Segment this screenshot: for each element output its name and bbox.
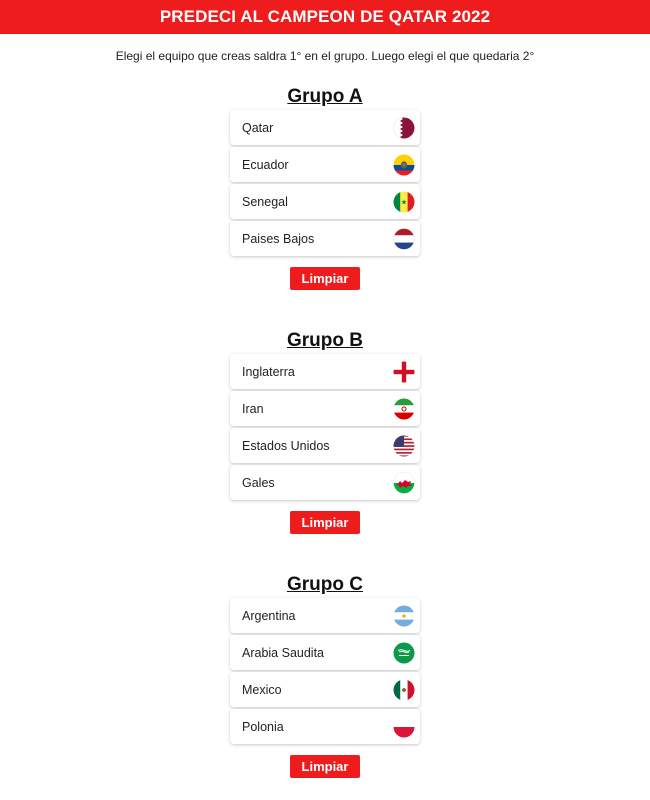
team-list: Qatar Ecuador Senegal Paises Bajos bbox=[230, 110, 420, 256]
team-name: Iran bbox=[242, 401, 264, 416]
usa-flag-icon bbox=[393, 435, 415, 457]
netherlands-flag-icon bbox=[393, 227, 415, 250]
team-name: Paises Bajos bbox=[242, 231, 315, 246]
argentina-flag-icon bbox=[393, 605, 415, 627]
clear-group-c-button[interactable]: Limpiar bbox=[290, 755, 360, 778]
mexico-flag-icon bbox=[393, 679, 415, 701]
team-name: Senegal bbox=[242, 194, 288, 209]
saudi-arabia-flag-icon bbox=[393, 642, 415, 664]
team-name: Gales bbox=[242, 475, 275, 490]
page-header: PREDECI AL CAMPEON DE QATAR 2022 bbox=[0, 0, 650, 34]
team-name: Mexico bbox=[242, 682, 282, 697]
group-c: Grupo C Argentina Arabia Saudita Mexico … bbox=[230, 572, 420, 778]
team-name: Arabia Saudita bbox=[242, 645, 325, 660]
team-name: Ecuador bbox=[242, 157, 289, 172]
team-option-estados-unidos[interactable]: Estados Unidos bbox=[230, 428, 420, 463]
team-name: Argentina bbox=[242, 608, 296, 623]
page-title: PREDECI AL CAMPEON DE QATAR 2022 bbox=[159, 7, 491, 26]
poland-flag-icon bbox=[393, 716, 415, 738]
group-title: Grupo B bbox=[287, 330, 363, 351]
clear-group-a-button[interactable]: Limpiar bbox=[290, 267, 360, 290]
team-option-inglaterra[interactable]: Inglaterra bbox=[230, 354, 420, 389]
team-list: Inglaterra Iran Estados Unidos Gales bbox=[230, 354, 420, 500]
group-title: Grupo A bbox=[287, 86, 363, 107]
group-b: Grupo B Inglaterra Iran Estados Unidos G… bbox=[230, 328, 420, 534]
team-option-ecuador[interactable]: Ecuador bbox=[230, 147, 420, 182]
instructions-text: Elegi el equipo que creas saldra 1° en e… bbox=[115, 49, 535, 63]
team-name: Inglaterra bbox=[242, 364, 295, 379]
group-a: Grupo A Qatar Ecuador Senegal Paises Baj… bbox=[230, 84, 420, 290]
team-option-mexico[interactable]: Mexico bbox=[230, 672, 420, 707]
qatar-flag-icon bbox=[393, 117, 415, 139]
group-title: Grupo C bbox=[287, 574, 363, 595]
team-option-gales[interactable]: Gales bbox=[230, 465, 420, 500]
team-list: Argentina Arabia Saudita Mexico Polonia bbox=[230, 598, 420, 744]
iran-flag-icon bbox=[393, 398, 415, 420]
wales-flag-icon bbox=[393, 471, 415, 494]
ecuador-flag-icon bbox=[393, 154, 415, 176]
team-name: Qatar bbox=[242, 120, 274, 135]
team-name: Polonia bbox=[242, 719, 284, 734]
team-option-senegal[interactable]: Senegal bbox=[230, 184, 420, 219]
senegal-flag-icon bbox=[393, 191, 415, 213]
team-option-paises-bajos[interactable]: Paises Bajos bbox=[230, 221, 420, 256]
team-option-polonia[interactable]: Polonia bbox=[230, 709, 420, 744]
team-name: Estados Unidos bbox=[242, 438, 330, 453]
team-option-argentina[interactable]: Argentina bbox=[230, 598, 420, 633]
england-flag-icon bbox=[393, 361, 415, 383]
team-option-iran[interactable]: Iran bbox=[230, 391, 420, 426]
clear-group-b-button[interactable]: Limpiar bbox=[290, 511, 360, 534]
team-option-arabia-saudita[interactable]: Arabia Saudita bbox=[230, 635, 420, 670]
team-option-qatar[interactable]: Qatar bbox=[230, 110, 420, 145]
